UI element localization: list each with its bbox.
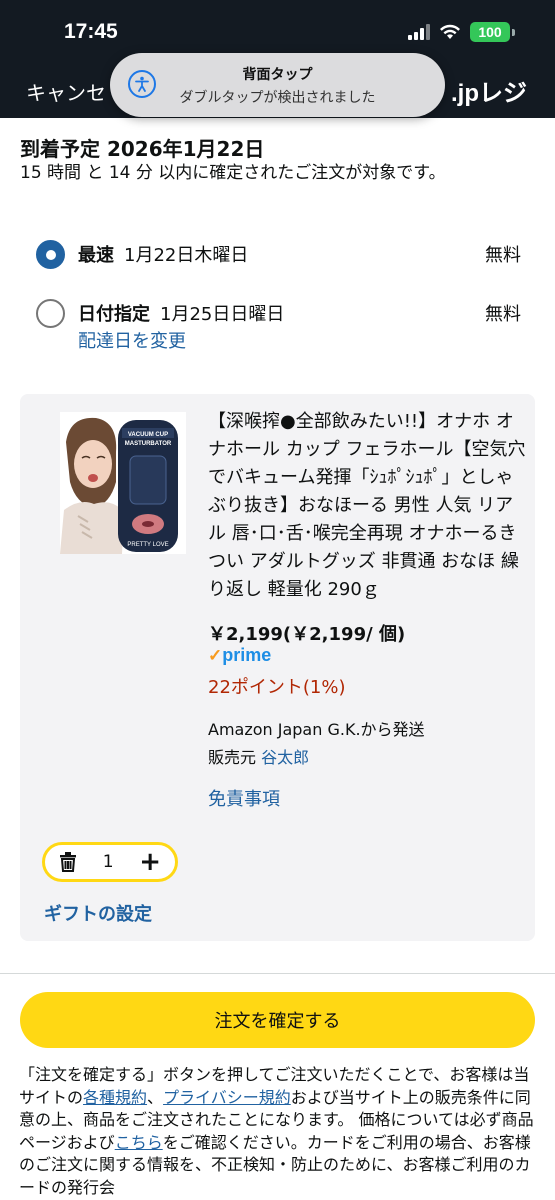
points-text: 22ポイント(1%)	[208, 677, 346, 698]
place-order-button[interactable]: 注文を確定する	[20, 992, 535, 1048]
legal-text: 「注文を確定する」ボタンを押してご注文いただくことで、お客様は当サイトの各種規約…	[19, 1064, 539, 1199]
cellular-signal-icon	[408, 24, 430, 40]
seller-label: 販売元	[208, 748, 257, 767]
arrival-date: 到着予定 2026年1月22日	[20, 137, 265, 161]
toast-title: 背面タップ	[242, 67, 313, 83]
wifi-icon	[440, 24, 460, 39]
gift-settings-link[interactable]: ギフトの設定	[44, 900, 152, 926]
here-link[interactable]: こちら	[115, 1133, 163, 1152]
toast-subtitle: ダブルタップが検出されました	[179, 90, 376, 106]
cancel-button[interactable]: キャンセ	[26, 77, 106, 106]
trash-icon[interactable]	[59, 852, 77, 872]
product-title[interactable]: 【深喉搾●全部飲みたい!!】オナホ オナホール カップ フェラホール【空気穴でバ…	[208, 408, 526, 604]
status-icons: 100	[408, 22, 515, 42]
option-name: 最速	[78, 245, 114, 266]
delivery-option-date-radio[interactable]	[36, 299, 65, 328]
product-price: ￥2,199(￥2,199/ 個)	[208, 624, 406, 645]
product-image[interactable]: VACUUM CUP MASTURBATOR PRETTY LOVE	[60, 412, 186, 554]
quantity-value: 1	[102, 852, 114, 872]
divider	[0, 973, 555, 974]
option-date: 1月25日日曜日	[160, 304, 285, 325]
delivery-option-fastest[interactable]: 最速 1月22日木曜日	[78, 241, 248, 267]
delivery-option-fastest-radio[interactable]	[36, 240, 65, 269]
terms-link[interactable]: 各種規約	[83, 1088, 147, 1107]
prime-badge: ✓prime	[208, 645, 271, 666]
option-date: 1月22日木曜日	[124, 245, 249, 266]
status-time: 17:45	[64, 20, 118, 43]
prime-label: prime	[222, 645, 272, 665]
prime-check-icon: ✓	[208, 646, 223, 665]
seller-link[interactable]: 谷太郎	[261, 748, 309, 767]
option-fee: 無料	[485, 245, 521, 266]
plus-icon[interactable]: +	[139, 849, 161, 875]
image-text: VACUUM CUP	[128, 432, 168, 438]
image-text: PRETTY LOVE	[127, 542, 168, 548]
battery-tip	[512, 28, 515, 36]
quantity-stepper: 1 +	[42, 842, 178, 882]
page-title: .jpレジ	[451, 80, 527, 107]
change-delivery-date-link[interactable]: 配達日を変更	[78, 327, 186, 353]
product-card: VACUUM CUP MASTURBATOR PRETTY LOVE 【深喉搾●…	[20, 394, 535, 941]
delivery-option-date[interactable]: 日付指定 1月25日日曜日	[78, 300, 284, 326]
option-name: 日付指定	[78, 304, 150, 325]
seller-info: 販売元 谷太郎	[208, 744, 309, 768]
option-fee: 無料	[485, 304, 521, 325]
ships-from: Amazon Japan G.K.から発送	[208, 720, 425, 739]
back-tap-toast: 背面タップ ダブルタップが検出されました	[110, 53, 445, 117]
privacy-link[interactable]: プライバシー規約	[163, 1088, 291, 1107]
image-text: MASTURBATOR	[125, 441, 172, 447]
legal-text-part: 、	[147, 1087, 164, 1107]
disclaimer-link[interactable]: 免責事項	[208, 785, 280, 811]
delivery-note: 15 時間 と 14 分 以内に確定されたご注文が対象です。	[20, 163, 446, 183]
battery-icon: 100	[470, 22, 510, 42]
